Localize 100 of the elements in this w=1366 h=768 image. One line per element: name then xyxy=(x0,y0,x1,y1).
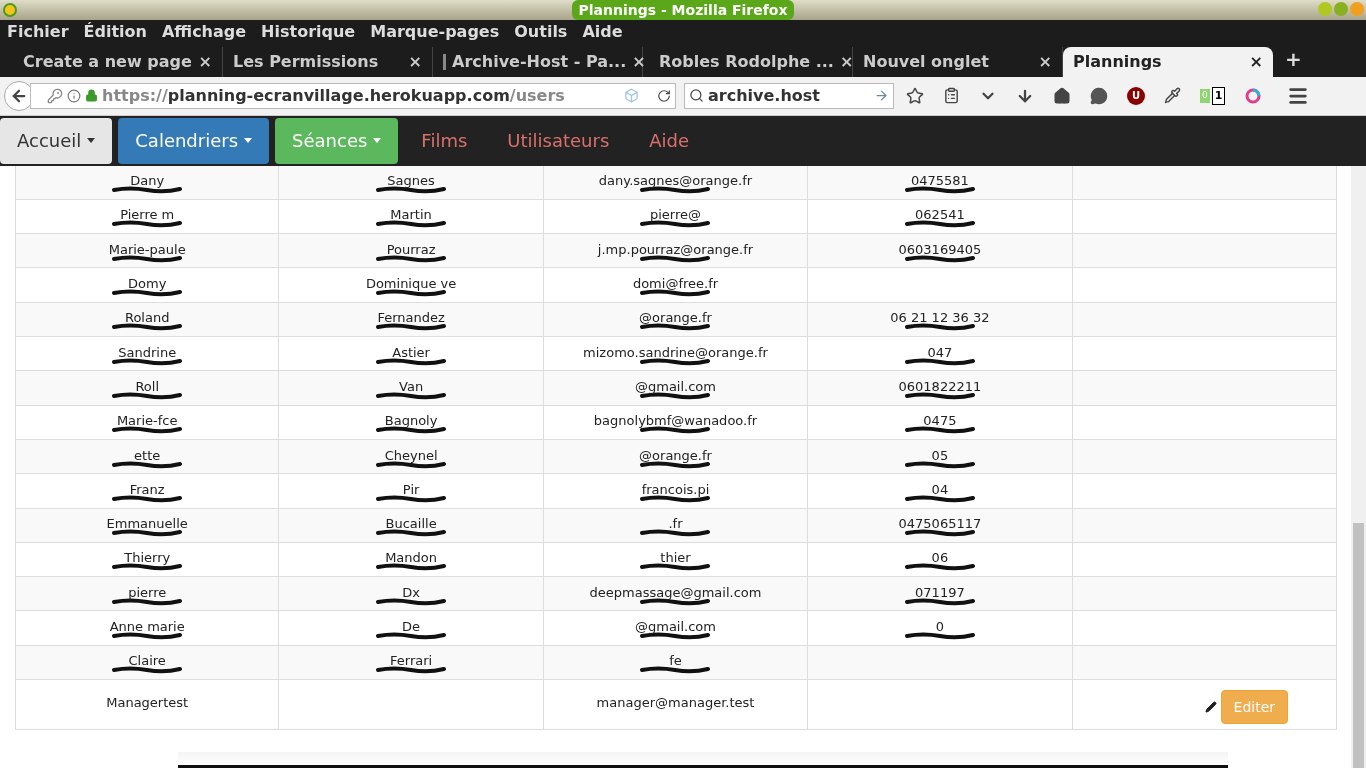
chat-icon[interactable] xyxy=(1090,86,1108,105)
table-cell: Ferrari xyxy=(390,653,433,669)
reload-icon[interactable] xyxy=(657,88,671,103)
table-cell: Pir xyxy=(402,481,420,497)
table-cell: Mandon xyxy=(385,550,438,566)
nav-button[interactable]: Accueil xyxy=(0,117,113,164)
nav-button[interactable]: Calendriers xyxy=(118,117,270,164)
table-cell: 06 21 12 36 32 xyxy=(890,310,990,326)
tab-title: Robles Rodolphe ... xyxy=(659,50,834,73)
table-cell: Bagnoly xyxy=(384,413,438,429)
tab-close[interactable]: × xyxy=(1038,49,1052,74)
tab-close[interactable]: × xyxy=(408,49,422,74)
table-cell: Roland xyxy=(124,310,170,326)
url-field[interactable]: https://planning-ecranvillage.herokuapp.com/users xyxy=(30,82,676,109)
table-cell: francois.pi xyxy=(641,481,710,497)
table-cell: Pourraz xyxy=(386,241,436,257)
window-title: Plannings - Mozilla Firefox xyxy=(572,0,794,20)
table-cell: 0601822211 xyxy=(898,378,982,394)
table-cell: Astier xyxy=(392,344,430,360)
table-cell: Dany xyxy=(130,173,165,189)
table-cell: @orange.fr xyxy=(639,310,712,326)
go-icon[interactable] xyxy=(874,88,889,104)
tab-close[interactable]: × xyxy=(1249,49,1263,74)
table-cell: 071197 xyxy=(915,584,965,600)
new-tab-button[interactable]: + xyxy=(1285,43,1302,74)
key-icon xyxy=(47,87,63,104)
table-cell: manager@manager.test xyxy=(596,695,755,710)
table-cell: domi@free.fr xyxy=(632,276,719,292)
shield-badge[interactable]: U xyxy=(1127,86,1145,105)
table-cell: Anne marie xyxy=(109,619,185,635)
table-cell: 0475581 xyxy=(910,173,969,189)
reading-list-icon[interactable] xyxy=(943,87,960,105)
home-icon[interactable] xyxy=(1053,86,1071,105)
table-cell: @gmail.com xyxy=(635,378,716,394)
nav-button[interactable]: Aide xyxy=(632,117,707,164)
scrollbar-thumb[interactable] xyxy=(1353,523,1364,768)
tab-close[interactable]: × xyxy=(198,49,212,74)
tab-close[interactable]: × xyxy=(839,49,854,74)
table-cell: Sagnes xyxy=(387,173,435,189)
browser-tab[interactable]: Robles Rodolphe ... × xyxy=(643,46,853,77)
tab-title: Create a new page xyxy=(23,50,193,73)
tab-close[interactable]: × xyxy=(632,49,646,74)
menu-item[interactable]: Aide xyxy=(582,20,623,45)
table-cell: Dx xyxy=(402,584,420,600)
table-cell: Bucaille xyxy=(385,516,437,532)
count-badge[interactable]: 1 xyxy=(1211,86,1226,106)
table-cell: mizomo.sandrine@orange.fr xyxy=(583,344,768,360)
search-icon xyxy=(689,88,704,104)
table-cell: Martin xyxy=(390,207,432,223)
menu-item[interactable]: Outils xyxy=(514,20,568,45)
search-field[interactable]: archive.host xyxy=(684,82,894,109)
table-cell: @gmail.com xyxy=(635,619,716,635)
menu-item[interactable]: Fichier xyxy=(7,20,69,45)
menu-item[interactable]: Marque-pages xyxy=(370,20,500,45)
url-host: planning-ecranvillage.herokuapp.com xyxy=(167,85,510,105)
table-cell: 04 xyxy=(931,481,949,497)
table-cell: 0475065117 xyxy=(898,516,982,532)
browser-tab[interactable]: Archive-Host - Pa... × xyxy=(433,46,643,77)
pencil-icon xyxy=(1204,701,1217,713)
tab-title: Les Permissions xyxy=(233,50,380,73)
pipette-icon[interactable] xyxy=(1164,87,1181,105)
table-cell: Roll xyxy=(135,378,159,394)
table-cell: .fr xyxy=(668,516,683,532)
tab-title: Nouvel onglet xyxy=(863,50,990,73)
ring-icon[interactable] xyxy=(1244,86,1263,105)
browser-tab[interactable]: Plannings × xyxy=(1063,46,1273,77)
menu-item[interactable]: Historique xyxy=(261,20,356,45)
table-cell: Domy xyxy=(128,276,167,292)
tab-title: Plannings xyxy=(1073,50,1163,73)
lock-icon xyxy=(85,89,98,103)
table-cell: Sandrine xyxy=(118,344,177,360)
browser-tab[interactable]: Create a new page × xyxy=(13,46,223,77)
table-cell: Claire xyxy=(128,653,166,669)
table-cell: De xyxy=(402,619,421,635)
table-cell: Emmanuelle xyxy=(106,516,188,532)
table-cell: @orange.fr xyxy=(639,447,712,463)
table-cell: j.mp.pourraz@orange.fr xyxy=(597,241,754,257)
table-cell: 047 xyxy=(927,344,953,360)
menu-item[interactable]: Édition xyxy=(83,20,147,45)
table-cell: deepmassage@gmail.com xyxy=(589,584,762,600)
table-cell: 0603169405 xyxy=(898,241,982,257)
cube-icon xyxy=(624,88,639,104)
info-icon xyxy=(67,88,81,103)
caret-icon xyxy=(87,138,96,144)
bookmark-star-icon[interactable] xyxy=(906,86,924,105)
menu-item[interactable]: Affichage xyxy=(161,20,247,45)
tab-title: Archive-Host - Pa... xyxy=(452,50,627,73)
table-cell: Dominique ve xyxy=(365,276,457,292)
url-path: /users xyxy=(509,85,565,105)
caret-icon xyxy=(244,138,253,144)
table-cell: dany.sagnes@orange.fr xyxy=(598,173,753,189)
table-cell: Fernandez xyxy=(377,310,445,326)
table-cell: 06 xyxy=(931,550,949,566)
nav-button[interactable]: Films xyxy=(404,117,485,164)
caret-icon xyxy=(373,138,382,144)
table-cell: 0 xyxy=(935,619,945,635)
table-cell: thier xyxy=(660,550,691,566)
app-logo-icon xyxy=(3,3,17,17)
browser-tab[interactable]: Les Permissions × xyxy=(223,46,433,77)
nav-button[interactable]: Utilisateurs xyxy=(490,117,627,164)
